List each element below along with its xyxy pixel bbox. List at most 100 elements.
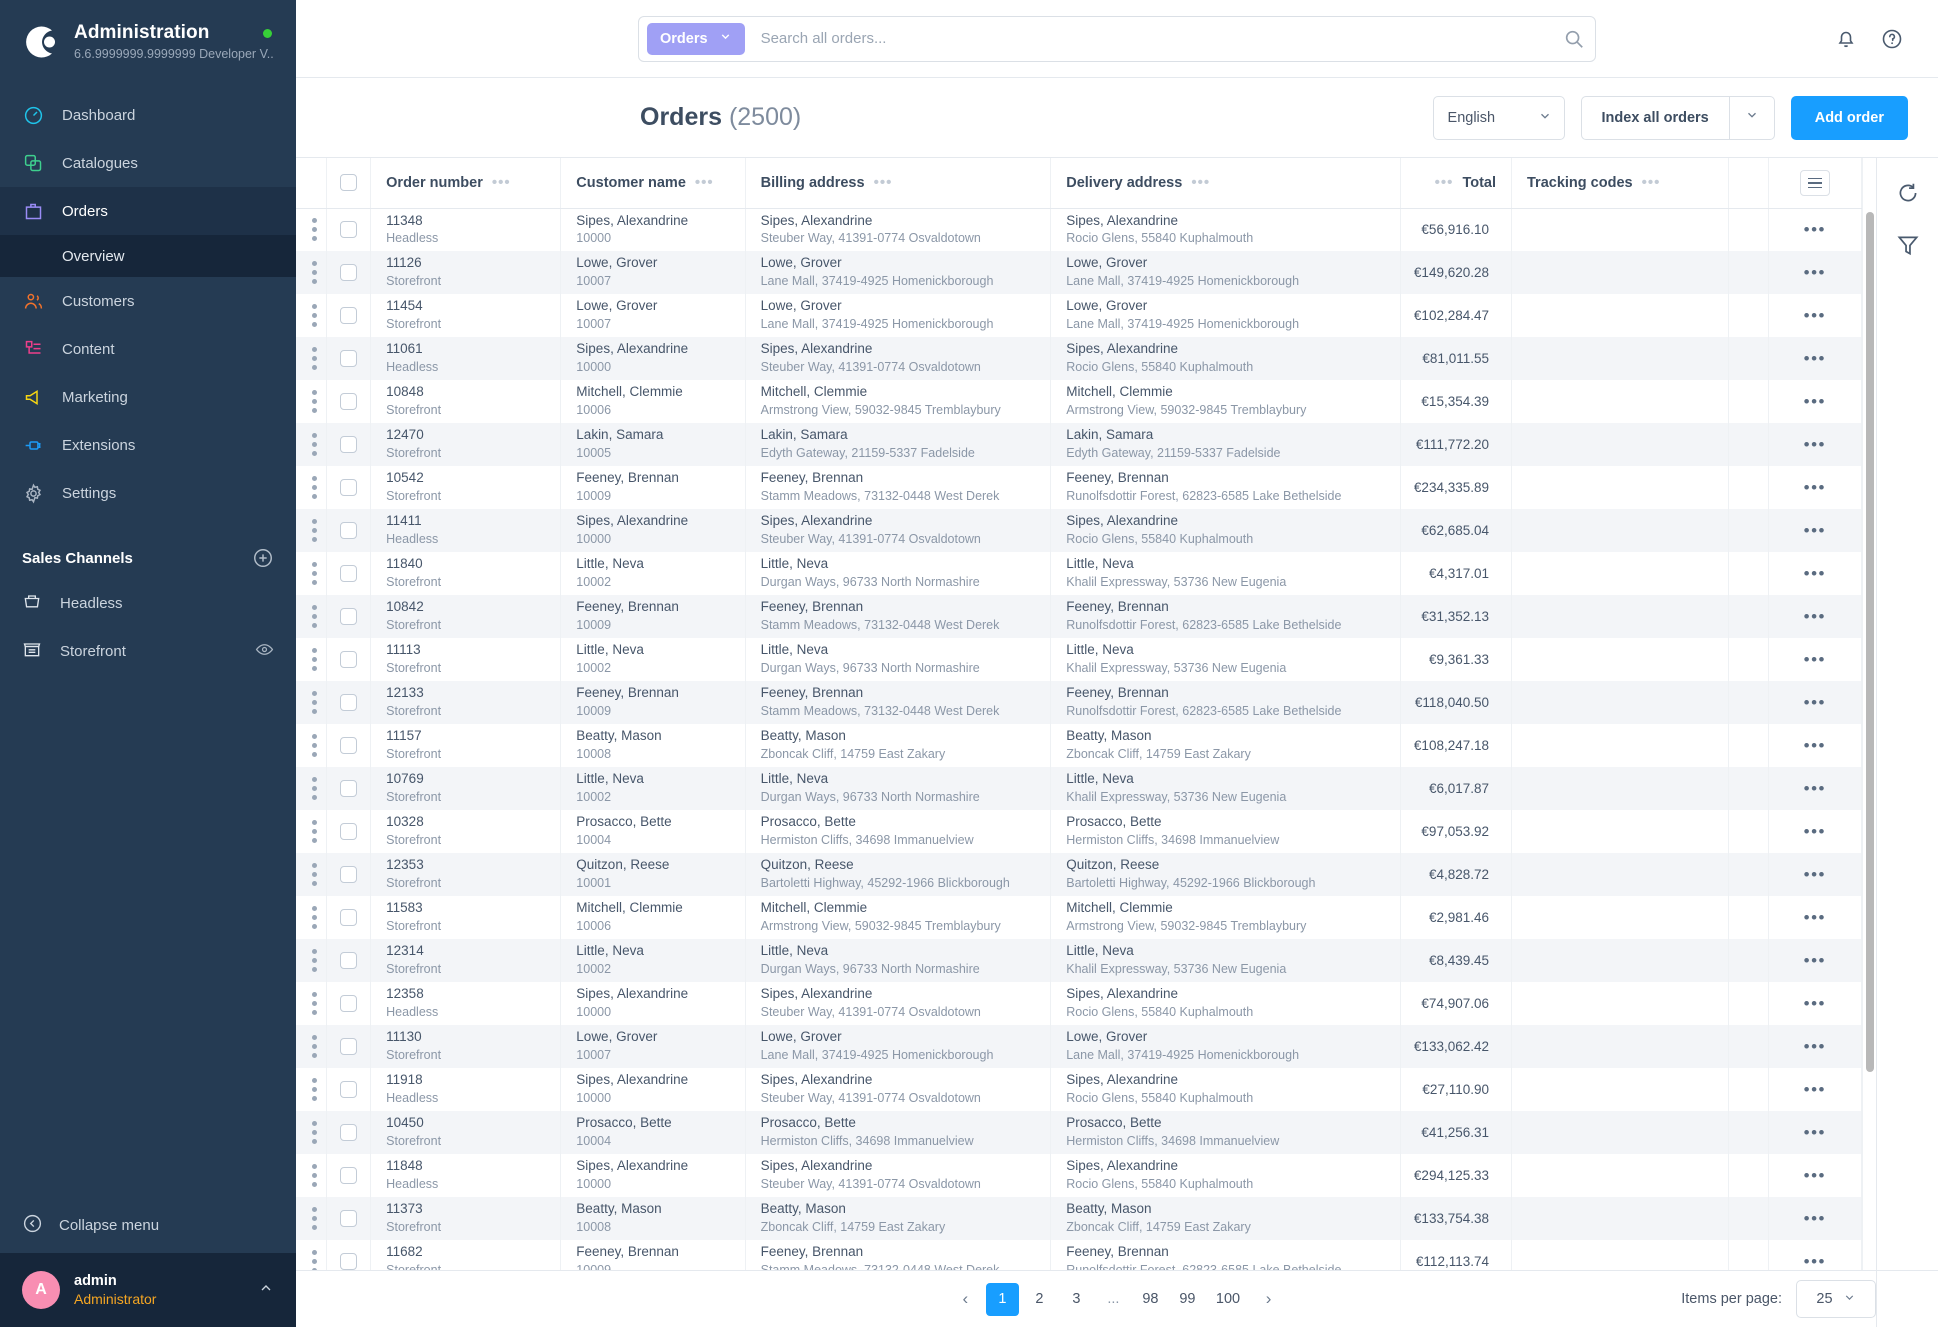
refresh-icon[interactable] (1895, 180, 1921, 206)
table-row[interactable]: 10769 Storefront Little, Neva 10002 Little, … (296, 767, 1862, 810)
row-checkbox[interactable] (339, 565, 357, 582)
search-input[interactable] (744, 30, 1563, 47)
search-icon[interactable] (1563, 28, 1585, 50)
row-drag-handle[interactable] (296, 509, 327, 552)
pagination-page-99[interactable]: 99 (1171, 1283, 1204, 1316)
sidebar-item-content[interactable]: Content (0, 325, 296, 373)
row-checkbox[interactable] (339, 350, 357, 367)
row-checkbox[interactable] (339, 307, 357, 324)
column-menu-icon[interactable]: ••• (1191, 175, 1210, 190)
row-context-menu-icon[interactable]: ••• (1769, 1209, 1861, 1229)
table-row[interactable]: 10842 Storefront Feeney, Brennan 10009 Feene… (296, 595, 1862, 638)
row-drag-handle[interactable] (296, 681, 327, 724)
add-order-button[interactable]: Add order (1790, 95, 1908, 140)
table-row[interactable]: 10848 Storefront Mitchell, Clemmie 10006 Mit… (296, 380, 1862, 423)
table-row[interactable]: 12353 Storefront Quitzon, Reese 10001 Quitzo… (296, 853, 1862, 896)
table-row[interactable]: 11918 Headless Sipes, Alexandrine 10000 Sipe… (296, 1068, 1862, 1111)
pagination-page-3[interactable]: 3 (1060, 1283, 1093, 1316)
th-tracking-codes[interactable]: Tracking codes ••• (1511, 158, 1729, 209)
table-row[interactable]: 11682StorefrontFeeney, Brennan10009Feene… (296, 1240, 1862, 1270)
table-row[interactable]: 11130 Storefront Lowe, Grover 10007 Lowe, Gr… (296, 1025, 1862, 1068)
row-drag-handle[interactable] (296, 251, 327, 294)
row-checkbox[interactable] (339, 866, 357, 883)
row-context-menu-icon[interactable]: ••• (1769, 349, 1861, 369)
th-customer-name[interactable]: Customer name ••• (560, 158, 746, 209)
table-row[interactable]: 10450 Storefront Prosacco, Bette 10004 Prosa… (296, 1111, 1862, 1154)
table-settings-icon[interactable] (1799, 169, 1830, 196)
row-drag-handle[interactable] (296, 466, 327, 509)
filter-icon[interactable] (1895, 232, 1921, 258)
sidebar-item-catalogues[interactable]: Catalogues (0, 139, 296, 187)
column-menu-icon[interactable]: ••• (695, 175, 714, 190)
row-checkbox[interactable] (339, 952, 357, 969)
row-context-menu-icon[interactable]: ••• (1769, 951, 1861, 971)
table-row[interactable]: 11840 Storefront Little, Neva 10002 Little, … (296, 552, 1862, 595)
th-order-number[interactable]: Order number ••• (370, 158, 562, 209)
bell-icon[interactable] (1834, 27, 1858, 51)
sidebar-item-settings[interactable]: Settings (0, 469, 296, 517)
user-menu[interactable]: A admin Administrator (0, 1253, 296, 1327)
row-context-menu-icon[interactable]: ••• (1769, 779, 1861, 799)
row-context-menu-icon[interactable]: ••• (1769, 1252, 1861, 1271)
pagination-page-1[interactable]: 1 (985, 1282, 1019, 1316)
row-drag-handle[interactable] (296, 810, 327, 853)
row-context-menu-icon[interactable]: ••• (1769, 521, 1861, 541)
row-checkbox[interactable] (339, 221, 357, 239)
row-context-menu-icon[interactable]: ••• (1769, 693, 1861, 713)
row-drag-handle[interactable] (296, 767, 327, 810)
index-orders-dropdown-toggle[interactable] (1728, 95, 1775, 140)
row-drag-handle[interactable] (296, 337, 327, 380)
table-row[interactable]: 12358 Headless Sipes, Alexandrine 10000 Sipe… (296, 982, 1862, 1025)
row-drag-handle[interactable] (296, 1111, 327, 1154)
vertical-scrollbar[interactable] (1862, 158, 1876, 1270)
pagination-page-98[interactable]: 98 (1134, 1283, 1167, 1316)
column-menu-icon[interactable]: ••• (1642, 175, 1661, 190)
row-context-menu-icon[interactable]: ••• (1769, 263, 1861, 283)
row-drag-handle[interactable] (296, 1025, 327, 1068)
row-checkbox[interactable] (339, 436, 357, 453)
search-scope-selector[interactable]: Orders (647, 22, 745, 55)
th-delivery-address[interactable]: Delivery address ••• (1050, 158, 1402, 209)
row-checkbox[interactable] (339, 1124, 357, 1141)
table-row[interactable]: 12314 Storefront Little, Neva 10002 Little, … (296, 939, 1862, 982)
row-drag-handle[interactable] (296, 1068, 327, 1111)
row-drag-handle[interactable] (296, 724, 327, 767)
row-checkbox[interactable] (339, 1210, 357, 1227)
column-menu-icon[interactable]: ••• (874, 175, 893, 190)
sidebar-channel-headless[interactable]: Headless (0, 579, 296, 627)
sidebar-channel-storefront[interactable]: Storefront (0, 627, 296, 675)
row-drag-handle[interactable] (296, 1154, 327, 1197)
row-drag-handle[interactable] (296, 294, 327, 337)
scrollbar-thumb[interactable] (1866, 212, 1874, 1072)
row-context-menu-icon[interactable]: ••• (1769, 822, 1861, 842)
chevron-up-icon[interactable] (258, 1280, 274, 1301)
row-checkbox[interactable] (339, 651, 357, 668)
sidebar-item-marketing[interactable]: Marketing (0, 373, 296, 421)
row-context-menu-icon[interactable]: ••• (1769, 435, 1861, 455)
table-row[interactable]: 11157 Storefront Beatty, Mason 10008 Beatty,… (296, 724, 1862, 767)
column-menu-icon[interactable]: ••• (492, 175, 511, 190)
row-checkbox[interactable] (339, 393, 357, 410)
select-all-checkbox[interactable] (339, 174, 357, 192)
table-row[interactable]: 10542 Storefront Feeney, Brennan 10009 Feene… (296, 466, 1862, 509)
pagination-next[interactable]: › (1252, 1283, 1285, 1316)
row-context-menu-icon[interactable]: ••• (1769, 1123, 1861, 1143)
table-row[interactable]: 11373 Storefront Beatty, Mason 10008 Beatty,… (296, 1197, 1862, 1240)
index-all-orders-button[interactable]: Index all orders (1580, 95, 1729, 140)
row-checkbox[interactable] (339, 608, 357, 625)
row-drag-handle[interactable] (296, 638, 327, 681)
row-context-menu-icon[interactable]: ••• (1769, 650, 1861, 670)
row-context-menu-icon[interactable]: ••• (1769, 306, 1861, 326)
row-drag-handle[interactable] (296, 896, 327, 939)
row-context-menu-icon[interactable]: ••• (1769, 865, 1861, 885)
pagination-page-100[interactable]: 100 (1208, 1283, 1248, 1316)
table-row[interactable]: 11848 Headless Sipes, Alexandrine 10000 Sipe… (296, 1154, 1862, 1197)
table-row[interactable]: 12470 Storefront Lakin, Samara 10005 Lakin, … (296, 423, 1862, 466)
row-context-menu-icon[interactable]: ••• (1769, 220, 1861, 240)
sidebar-brand[interactable]: Administration 6.6.9999999.9999999 Devel… (0, 0, 296, 87)
row-checkbox[interactable] (339, 1081, 357, 1098)
row-checkbox[interactable] (339, 909, 357, 926)
row-checkbox[interactable] (339, 694, 357, 711)
row-context-menu-icon[interactable]: ••• (1769, 1080, 1861, 1100)
row-checkbox[interactable] (339, 1167, 357, 1184)
